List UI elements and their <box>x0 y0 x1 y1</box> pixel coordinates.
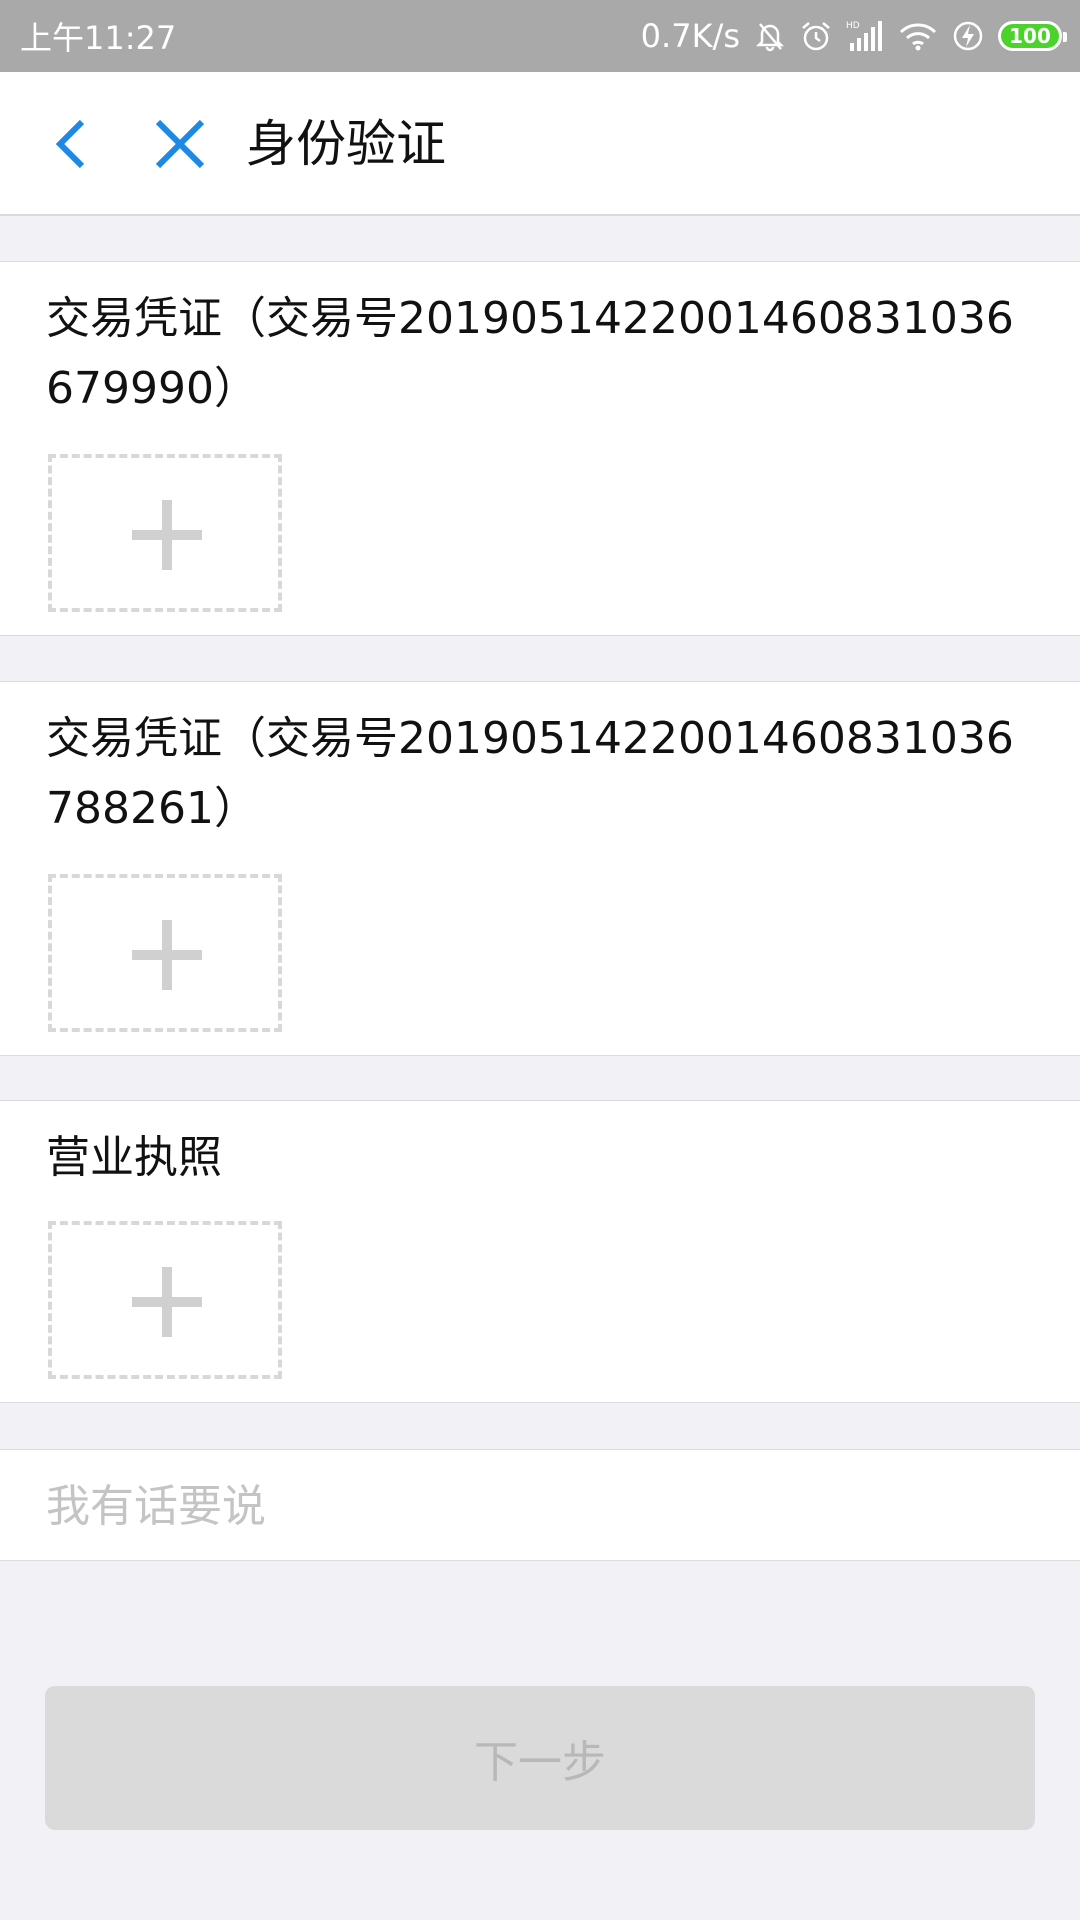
upload-box[interactable] <box>48 1221 282 1379</box>
section-title: 交易凭证（交易号2019051422001460831036788261） <box>46 713 1014 834</box>
remark-input[interactable] <box>46 1476 1036 1536</box>
section-title: 营业执照 <box>46 1132 222 1183</box>
alarm-icon <box>800 20 832 52</box>
wifi-icon <box>898 20 938 52</box>
close-button[interactable] <box>148 112 212 176</box>
voucher-section-1: 交易凭证（交易号2019051422001460831036679990） <box>0 261 1080 636</box>
status-icons: 0.7K/s HD 100 <box>640 17 1067 55</box>
svg-text:HD: HD <box>846 21 860 31</box>
voucher-section-2: 交易凭证（交易号2019051422001460831036788261） <box>0 681 1080 1056</box>
back-button[interactable] <box>40 112 100 176</box>
upload-box[interactable] <box>48 454 282 612</box>
business-license-section: 营业执照 <box>0 1100 1080 1403</box>
mute-bell-icon <box>754 20 786 52</box>
hd-signal-icon: HD <box>846 19 884 53</box>
chevron-left-icon <box>55 119 85 169</box>
network-speed: 0.7K/s <box>640 17 740 55</box>
status-bar: 上午11:27 0.7K/s HD 100 <box>0 0 1080 72</box>
close-icon <box>155 119 205 169</box>
next-step-button[interactable]: 下一步 <box>45 1686 1035 1830</box>
status-time: 上午11:27 <box>20 19 177 57</box>
page-title: 身份验证 <box>246 115 446 173</box>
section-title: 交易凭证（交易号2019051422001460831036679990） <box>46 293 1014 414</box>
charging-icon <box>952 20 984 52</box>
battery-icon: 100 <box>998 21 1067 51</box>
nav-bar: 身份验证 <box>0 72 1080 216</box>
upload-box[interactable] <box>48 874 282 1032</box>
remark-field <box>0 1449 1080 1561</box>
